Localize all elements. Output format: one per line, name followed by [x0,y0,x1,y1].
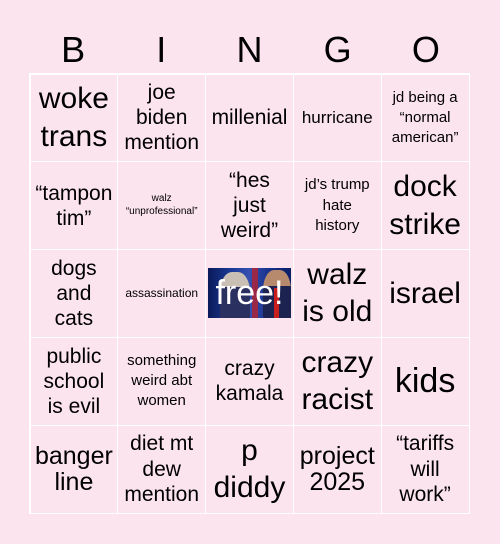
cell-line: line [54,468,94,497]
bingo-cell[interactable]: kids [380,336,470,426]
cell-line: diddy [213,471,286,505]
cell-line: just [233,194,266,218]
bingo-cell[interactable]: banger line [29,424,119,514]
header-letter-b: B [61,29,86,70]
bingo-cell[interactable]: something weird abt women [117,336,207,426]
cell-line: “hes [229,168,270,192]
cell-line: trans [40,119,108,153]
bingo-cell[interactable]: project 2025 [292,424,382,514]
cell-line: american” [391,129,459,147]
bingo-cell[interactable]: walz “unprofessional” [117,161,207,251]
cell-line: racist [301,383,374,417]
cell-line: “normal [399,108,451,126]
bingo-cell[interactable]: dock strike [380,161,470,251]
cell-line: banger [34,441,113,470]
free-label: free! [215,274,284,313]
cell-line: hate [322,196,352,214]
bingo-cell[interactable]: p diddy [205,424,294,514]
header-letter-o: O [411,29,440,70]
bingo-cell[interactable]: dogs and cats [29,249,119,338]
cell-line: “unprofessional” [125,205,198,217]
cell-line: “tampon [35,181,113,205]
cell-line: jd being a [392,88,458,106]
header-letter-n: N [236,29,263,70]
bingo-cell[interactable]: “tampon tim” [29,161,119,251]
cell-line: joe [147,81,176,105]
cell-line: cats [54,307,94,331]
cell-line: kids [394,362,456,401]
cell-line: jd’s trump [304,176,370,194]
cell-line: weird” [220,219,279,243]
cell-line: millenial [211,106,288,130]
cell-line: and [56,281,92,305]
free-space-cell[interactable]: free! [205,249,294,338]
cell-line: biden [135,106,188,130]
cell-line: project [299,441,375,470]
bingo-cell[interactable]: assassination [117,249,207,338]
cell-line: kamala [215,382,284,406]
cell-line: history [315,216,360,234]
bingo-cell[interactable]: israel [380,249,470,338]
cell-line: something [127,351,197,369]
cell-line: tim” [56,206,92,230]
cell-line: crazy [224,357,275,381]
cell-line: walz [151,193,172,205]
cell-line: dock [393,170,457,204]
cell-line: assassination [125,286,199,301]
cell-line: is old [302,295,373,329]
cell-line: p [241,433,258,467]
bingo-cell[interactable]: jd’s trump hate history [292,161,382,251]
header-letter-g: G [323,29,352,70]
cell-line: walz [307,257,368,291]
cell-line: diet mt [130,432,194,456]
header-letter-i: I [156,29,167,70]
cell-line: israel [389,276,461,310]
cell-line: “tariffs [396,432,455,456]
bingo-cell[interactable]: crazy kamala [205,336,294,426]
bingo-cell[interactable]: “hes just weird” [205,161,294,251]
cell-line: dew [142,457,181,481]
bingo-cell[interactable]: walz is old [292,249,382,338]
cell-line: hurricane [301,108,373,128]
bingo-cell[interactable]: hurricane [292,73,382,163]
bingo-cell[interactable]: crazy racist [292,336,382,426]
cell-line: crazy [301,345,374,379]
cell-line: dogs [51,256,97,280]
bingo-cell[interactable]: millenial [205,73,294,163]
cell-line: is evil [47,394,101,418]
cell-line: women [137,392,186,410]
bingo-cell[interactable]: “tariffs will work” [380,424,470,514]
bingo-header: B I N G O [29,28,470,72]
cell-line: mention [124,482,200,506]
cell-line: mention [124,131,200,155]
bingo-grid: woke trans joe biden mention millenial hurr… [29,73,470,514]
cell-line: work” [399,482,451,506]
cell-line: strike [389,207,461,241]
cell-line: weird abt [131,372,193,390]
cell-line: will [410,457,440,481]
bingo-cell[interactable]: joe biden mention [117,73,207,163]
bingo-cell[interactable]: diet mt dew mention [117,424,207,514]
bingo-cell[interactable]: public school is evil [29,336,119,426]
cell-line: 2025 [309,468,366,497]
bingo-cell[interactable]: woke trans [29,73,119,163]
cell-line: public [46,344,102,368]
bingo-cell[interactable]: jd being a “normal american” [380,73,470,163]
cell-line: woke [38,82,109,116]
free-space-photo: free! [208,268,291,319]
cell-line: school [43,369,105,393]
